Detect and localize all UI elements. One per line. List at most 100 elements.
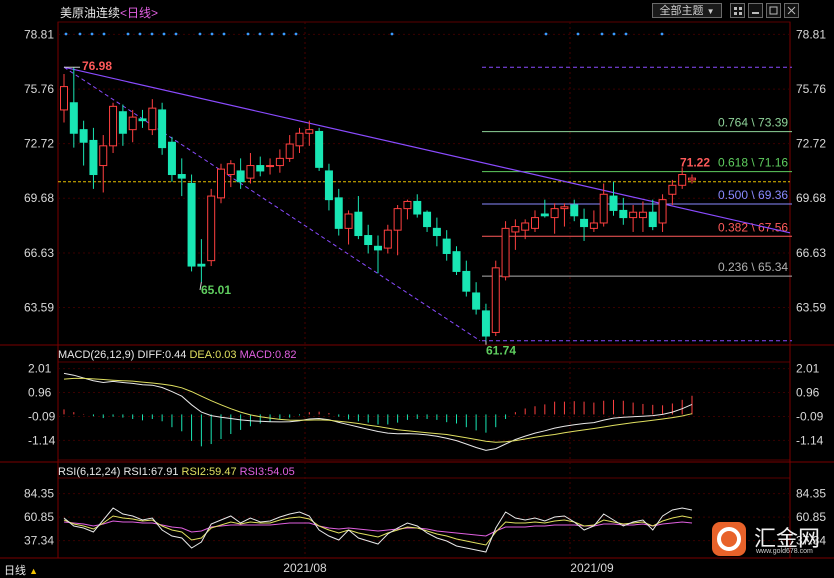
- event-marker: [295, 33, 298, 36]
- candle-body: [669, 185, 676, 194]
- rsi-tick-left: 84.35: [24, 487, 54, 501]
- macd-value: MACD:0.82: [240, 349, 297, 361]
- rsi1-line: [64, 508, 692, 552]
- candle-body: [561, 207, 568, 209]
- event-marker: [199, 33, 202, 36]
- y-tick-left: 63.59: [24, 300, 54, 314]
- candle-body: [482, 311, 489, 336]
- fib-level-label: 0.618 \ 71.16: [718, 156, 788, 170]
- period-selector[interactable]: 日线 ▲: [4, 562, 38, 578]
- candle-body: [384, 230, 391, 248]
- macd-tick-left: 2.01: [28, 362, 52, 376]
- macd-tick-left: -1.14: [28, 433, 56, 447]
- candle-body: [198, 264, 205, 266]
- low2-label: 61.74: [486, 344, 516, 358]
- candle-body: [90, 140, 97, 174]
- triangle-up-icon: ▲: [29, 566, 38, 576]
- candle-body: [247, 166, 254, 179]
- candle-body: [453, 252, 460, 272]
- rsi-panel: [64, 508, 692, 552]
- chevron-down-icon: ▼: [707, 7, 715, 16]
- y-tick-left: 69.68: [24, 191, 54, 205]
- y-tick-right: 69.68: [796, 191, 826, 205]
- y-tick-left: 78.81: [24, 27, 54, 41]
- candle-body: [100, 146, 107, 166]
- event-marker: [247, 33, 250, 36]
- event-marker: [391, 33, 394, 36]
- candle-body: [620, 210, 627, 217]
- event-marker: [271, 33, 274, 36]
- candle-body: [188, 184, 195, 267]
- candle-body: [296, 133, 303, 146]
- restore-icon[interactable]: [766, 3, 781, 18]
- chart-title: 美原油连续<日线>: [60, 4, 158, 21]
- event-marker: [103, 33, 106, 36]
- candle-body: [492, 268, 499, 333]
- fib-level-label: 0.764 \ 73.39: [718, 116, 788, 130]
- candle-body: [404, 201, 411, 208]
- macd-tick-left: -0.09: [28, 409, 56, 423]
- minimize-icon[interactable]: [748, 3, 763, 18]
- candle-body: [551, 209, 558, 218]
- candle-body: [679, 175, 686, 186]
- candle-body: [600, 194, 607, 223]
- candle-body: [61, 87, 68, 110]
- site-logo: 汇金网 www.gold678.com: [710, 518, 830, 558]
- candle-body: [119, 112, 126, 134]
- candlestick-panel: 0.764 \ 73.39 0.618 \ 71.16 0.500 \ 69.36 0…: [58, 33, 792, 358]
- rsi-legend: RSI(6,12,24) RSI1:67.91 RSI2:59.47 RSI3:…: [58, 466, 295, 478]
- period-selector-label: 日线: [4, 565, 26, 577]
- candle-body: [325, 171, 332, 200]
- macd-tick-right: 2.01: [796, 362, 820, 376]
- candle-body: [168, 142, 175, 174]
- candle-body: [276, 158, 283, 165]
- candle-body: [139, 119, 146, 121]
- macd-dea: DEA:0.03: [189, 349, 236, 361]
- candle-body: [610, 196, 617, 210]
- candle-body: [227, 164, 234, 175]
- fib-level-label: 0.236 \ 65.34: [718, 260, 788, 274]
- candle-body: [257, 166, 264, 171]
- rsi-tick-left: 60.85: [24, 510, 54, 524]
- candle-body: [532, 218, 539, 229]
- event-marker: [223, 33, 226, 36]
- candle-body: [70, 103, 77, 134]
- rsi1-value: RSI1:67.91: [123, 466, 178, 478]
- candle-body: [345, 214, 352, 228]
- theme-dropdown[interactable]: 全部主题 ▼: [652, 3, 722, 18]
- y-tick-left: 75.76: [24, 82, 54, 96]
- event-marker: [577, 33, 580, 36]
- rsi-name: RSI(6,12,24): [58, 466, 120, 478]
- candle-body: [208, 196, 215, 261]
- candle-body: [581, 219, 588, 226]
- candle-body: [630, 212, 637, 217]
- candle-body: [178, 175, 185, 179]
- candle-body: [571, 205, 578, 216]
- logo-icon: [712, 522, 746, 556]
- candle-body: [541, 214, 548, 216]
- period-tag[interactable]: <日线>: [120, 6, 158, 20]
- fib-level-label: 0.500 \ 69.36: [718, 188, 788, 202]
- candle-body: [149, 108, 156, 130]
- y-tick-right: 66.63: [796, 246, 826, 260]
- event-marker: [65, 33, 68, 36]
- candle-body: [218, 169, 225, 198]
- event-marker: [163, 33, 166, 36]
- event-marker: [139, 33, 142, 36]
- macd-panel: [64, 373, 692, 450]
- close-icon[interactable]: [784, 3, 799, 18]
- event-marker: [625, 33, 628, 36]
- candle-body: [80, 130, 87, 143]
- layout-icon[interactable]: [730, 3, 745, 18]
- candle-body: [110, 106, 117, 145]
- candle-body: [512, 227, 519, 232]
- event-marker: [601, 33, 604, 36]
- y-tick-right: 72.72: [796, 137, 826, 151]
- rsi3-value: RSI3:54.05: [240, 466, 295, 478]
- event-marker: [613, 33, 616, 36]
- rsi-tick-left: 37.34: [24, 534, 54, 548]
- grid-icon: [731, 4, 744, 17]
- macd-diff: DIFF:0.44: [137, 349, 186, 361]
- candle-body: [129, 117, 136, 130]
- y-tick-right: 78.81: [796, 27, 826, 41]
